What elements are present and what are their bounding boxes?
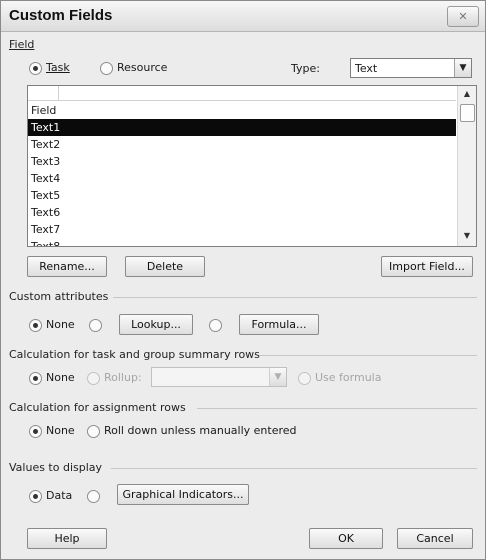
data-radio[interactable]	[29, 490, 42, 503]
custom-attributes-label: Custom attributes	[9, 290, 109, 303]
assignment-none-radio[interactable]	[29, 425, 42, 438]
type-select-value: Text	[355, 62, 378, 75]
list-item[interactable]: Text4	[28, 170, 456, 187]
graphical-indicators-button[interactable]: Graphical Indicators...	[117, 484, 249, 505]
assignment-rows-label: Calculation for assignment rows	[9, 401, 186, 414]
custom-fields-dialog: Custom Fields ✕ Field Task Resource Type…	[0, 0, 486, 560]
dialog-title: Custom Fields	[9, 7, 113, 24]
divider	[259, 355, 477, 356]
divider	[113, 297, 477, 298]
chevron-down-icon[interactable]: ▼	[454, 59, 471, 77]
task-radio[interactable]	[29, 62, 42, 75]
rename-button[interactable]: Rename...	[27, 256, 107, 277]
lookup-radio[interactable]	[89, 319, 102, 332]
summary-none-label: None	[46, 371, 75, 384]
type-label: Type:	[291, 62, 320, 75]
list-item-selected[interactable]: Text1	[28, 119, 456, 136]
import-field-button[interactable]: Import Field...	[381, 256, 473, 277]
resource-label: Resource	[117, 61, 168, 74]
custom-none-radio[interactable]	[29, 319, 42, 332]
list-item[interactable]: Text3	[28, 153, 456, 170]
list-item[interactable]: Field	[28, 102, 456, 119]
roll-down-radio[interactable]	[87, 425, 100, 438]
title-bar: Custom Fields ✕	[1, 1, 485, 32]
field-list[interactable]: Field Text1 Text2 Text3 Text4 Text5 Text…	[27, 85, 477, 247]
delete-button[interactable]: Delete	[125, 256, 205, 277]
ok-button[interactable]: OK	[309, 528, 383, 549]
assignment-none-label: None	[46, 424, 75, 437]
use-formula-label: Use formula	[315, 371, 382, 384]
divider	[197, 408, 477, 409]
list-item[interactable]: Text8	[28, 238, 456, 246]
divider	[111, 468, 477, 469]
resource-radio[interactable]	[100, 62, 113, 75]
arrow-up-icon[interactable]: ▲	[458, 89, 476, 98]
list-item[interactable]: Text2	[28, 136, 456, 153]
cancel-button[interactable]: Cancel	[397, 528, 473, 549]
formula-button[interactable]: Formula...	[239, 314, 319, 335]
formula-radio[interactable]	[209, 319, 222, 332]
custom-none-label: None	[46, 318, 75, 331]
summary-rows-label: Calculation for task and group summary r…	[9, 348, 260, 361]
roll-down-label: Roll down unless manually entered	[104, 424, 297, 437]
task-label: Task	[46, 61, 70, 74]
use-formula-radio[interactable]	[298, 372, 311, 385]
lookup-button[interactable]: Lookup...	[119, 314, 193, 335]
values-to-display-label: Values to display	[9, 461, 103, 474]
type-select[interactable]: Text ▼	[350, 58, 472, 78]
list-item[interactable]: Text7	[28, 221, 456, 238]
field-list-scrollbar[interactable]: ▲ ▼	[457, 86, 476, 246]
list-item[interactable]: Text5	[28, 187, 456, 204]
field-section-text: Field	[9, 38, 35, 51]
arrow-down-icon[interactable]: ▼	[458, 231, 476, 240]
summary-none-radio[interactable]	[29, 372, 42, 385]
field-list-edit-cell	[28, 86, 59, 100]
rollup-label: Rollup:	[104, 371, 142, 384]
close-button[interactable]: ✕	[447, 6, 479, 27]
field-list-edit-row[interactable]	[28, 86, 456, 101]
scrollbar-thumb[interactable]	[460, 104, 475, 122]
chevron-down-icon: ▼	[269, 368, 286, 386]
field-section-label: Field	[9, 38, 34, 51]
rollup-radio[interactable]	[87, 372, 100, 385]
close-icon: ✕	[458, 10, 468, 23]
help-button[interactable]: Help	[27, 528, 107, 549]
list-item[interactable]: Text6	[28, 204, 456, 221]
rollup-select[interactable]: ▼	[151, 367, 287, 387]
data-label: Data	[46, 489, 73, 502]
graphical-indicators-radio[interactable]	[87, 490, 100, 503]
field-list-rows: Field Text1 Text2 Text3 Text4 Text5 Text…	[28, 102, 456, 246]
